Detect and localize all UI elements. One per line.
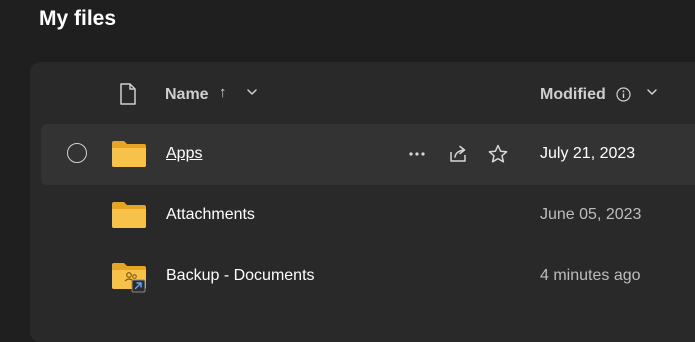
more-options-icon[interactable] (406, 143, 428, 165)
file-row-apps[interactable]: Apps July 21, 2023 (41, 124, 695, 185)
info-icon[interactable] (616, 87, 631, 102)
file-list-panel: Name ↑ Modified Apps July 21, 2023 Attac… (30, 62, 695, 342)
file-name-link[interactable]: Backup - Documents (166, 267, 315, 285)
modified-date: July 21, 2023 (540, 145, 636, 162)
file-row-attachments[interactable]: Attachments June 05, 2023 (41, 185, 695, 246)
file-name-link[interactable]: Apps (166, 145, 202, 163)
sort-arrow-up-icon[interactable]: ↑ (219, 84, 227, 101)
shared-folder-shortcut-icon (112, 263, 146, 293)
page-title: My files (39, 7, 117, 30)
folder-icon (112, 202, 146, 228)
folder-icon (112, 141, 146, 167)
column-header-row: Name ↑ Modified (30, 62, 695, 126)
modified-column-header[interactable]: Modified (540, 86, 606, 104)
chevron-down-icon[interactable] (246, 86, 258, 98)
modified-date: 4 minutes ago (540, 267, 641, 284)
name-column-header[interactable]: Name (165, 86, 209, 104)
modified-date: June 05, 2023 (540, 206, 642, 223)
share-icon[interactable] (447, 143, 469, 165)
file-row-backup-documents[interactable]: Backup - Documents 4 minutes ago (41, 246, 695, 307)
chevron-down-icon[interactable] (646, 86, 658, 98)
row-select-radio[interactable] (67, 143, 87, 163)
file-name-link[interactable]: Attachments (166, 206, 255, 224)
file-type-icon[interactable] (119, 83, 137, 105)
star-icon[interactable] (487, 143, 509, 165)
